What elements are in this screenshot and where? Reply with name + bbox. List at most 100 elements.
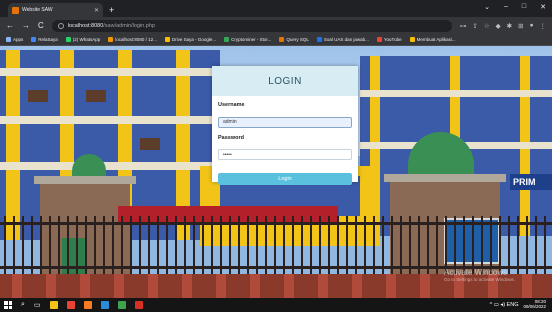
fence-bar [211,216,213,276]
fence-bar [58,216,60,276]
bookmark-item[interactable]: Membuat Aplikasi... [409,37,456,42]
fence-bar [184,216,186,276]
new-tab-button[interactable]: + [109,5,114,15]
bookmark-item[interactable]: Drive Saya - Google... [164,37,216,42]
forward-button[interactable]: → [22,21,30,30]
bookmark-label: RelaSaya [38,37,58,42]
site-info-icon[interactable] [57,22,64,29]
windows-start-icon[interactable] [4,301,12,309]
file-explorer-icon[interactable] [49,301,58,309]
fence-bar [364,216,366,276]
fence-bar [292,216,294,276]
clock-date: 09/06/2022 [523,303,546,309]
bookmark-label: Membuat Aplikasi... [416,37,456,42]
iron-fence [0,216,552,276]
fence-bar [256,216,258,276]
share-icon[interactable]: ⊶ [460,22,467,30]
bookmark-label: YouTube [383,37,402,42]
bookmark-label: (2) WhatsApp [72,37,101,42]
wall-post [284,274,294,298]
browser-tabbar: Website SAW ✕ + ⌄ – □ ✕ [0,0,552,17]
tower-cap [384,174,506,182]
fence-bar [220,216,222,276]
password-field[interactable] [218,149,352,160]
minimize-button[interactable]: – [504,3,508,11]
username-field[interactable] [218,116,352,128]
tab-search-icon[interactable]: ⌄ [484,3,490,11]
address-bar-row: ← → C localhost:8080/saw/admin/login.php… [0,17,552,34]
fence-bar [337,216,339,276]
login-title: LOGIN [268,75,302,87]
bookmark-item[interactable]: Apps [6,37,23,42]
vscode-icon[interactable] [100,301,109,309]
profile-icon[interactable]: ● [530,22,534,30]
bookmark-item[interactable]: Query SQL [279,37,309,42]
fence-bar [121,216,123,276]
install-icon[interactable]: ⇪ [472,22,477,30]
fence-bar [472,216,474,276]
fence-bar [13,216,15,276]
chrome-icon[interactable] [66,301,75,309]
fence-bar [535,216,537,276]
browser-tab[interactable]: Website SAW ✕ [8,3,103,17]
menu-icon[interactable]: ⋮ [540,22,547,30]
wall-post [216,274,226,298]
reload-button[interactable]: C [38,21,44,30]
wall-post [12,274,22,298]
fence-bar [238,216,240,276]
bookmark-item[interactable]: Cryptominer - Stor... [224,37,271,42]
fence-bar [346,216,348,276]
fence-bar [247,216,249,276]
bookmark-star-icon[interactable]: ☆ [484,22,490,30]
xampp-icon[interactable] [83,301,92,309]
fence-bar [454,216,456,276]
fence-bar [139,216,141,276]
school-sign: PRIM [510,174,552,190]
tab-close-icon[interactable]: ✕ [94,7,99,14]
fence-bar [499,216,501,276]
bookmark-icon [164,37,170,42]
bookmark-item[interactable]: RelaSaya [31,37,58,42]
bookmark-item[interactable]: (2) WhatsApp [65,37,101,42]
bookmark-icon [279,37,285,42]
fence-bar [409,216,411,276]
back-button[interactable]: ← [6,21,14,30]
login-card: LOGIN Username Password Login [212,66,358,185]
fence-bar [301,216,303,276]
url-input[interactable]: localhost:8080/saw/admin/login.php [51,19,452,32]
bookmarks-bar: Apps RelaSaya (2) WhatsApp localhost:8080 /… [0,34,552,46]
sidepanel-icon[interactable]: ⊞ [518,22,523,30]
fence-bar [166,216,168,276]
floor-balcony [0,68,220,76]
maximize-button[interactable]: □ [522,3,526,11]
tab-favicon-icon [12,6,19,14]
fence-bar [175,216,177,276]
bookmark-item[interactable]: YouTube [376,37,402,42]
task-view-icon[interactable]: ▭ [34,301,41,309]
fence-bar [202,216,204,276]
password-label: Password [218,134,244,141]
window-controls: ⌄ – □ ✕ [484,3,546,11]
close-window-button[interactable]: ✕ [540,3,546,11]
fence-bar [274,216,276,276]
extension-icon[interactable]: ◆ [496,22,501,30]
url-host: localhost:8080 [67,22,104,29]
search-icon[interactable]: ⌕ [21,301,25,309]
username-label: Username [218,102,245,108]
bookmark-item[interactable]: localhost:8080 / 12... [108,37,157,42]
bookmark-item[interactable]: Soal UAS dan jawab... [316,37,369,42]
toolbar-icons: ⊶ ⇪ ☆ ◆ ✱ ⊞ ● ⋮ [460,22,546,30]
bookmark-icon [409,37,415,42]
app-red-icon[interactable] [134,301,143,309]
fence-bar [382,216,384,276]
fence-bar [463,216,465,276]
fence-bar [427,216,429,276]
app-green-icon[interactable] [117,301,126,309]
bookmark-icon [6,37,11,42]
clock[interactable]: 08:20 09/06/2022 [523,299,546,309]
puzzle-icon[interactable]: ✱ [507,22,512,30]
tray-icons[interactable]: ^ ▭ ◂) ENG [490,302,519,308]
login-button[interactable]: Login [218,173,352,185]
fence-bar [319,216,321,276]
wall-post [352,274,362,298]
